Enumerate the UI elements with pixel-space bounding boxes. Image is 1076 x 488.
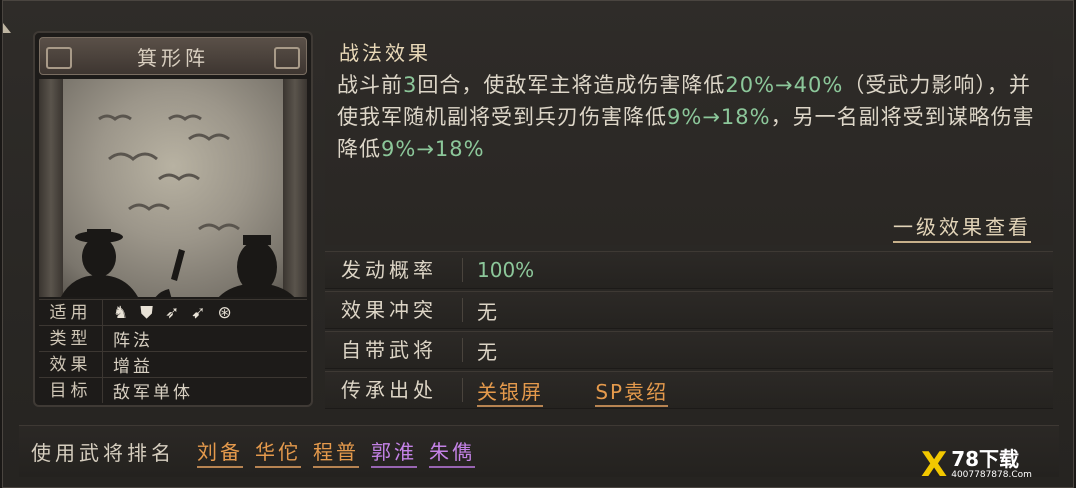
ranked-general-link[interactable]: 刘备: [197, 436, 243, 468]
watermark-text: 78下载 4007787878.Com: [951, 449, 1032, 481]
tactic-artwork: [39, 79, 307, 297]
level-one-effect-link[interactable]: 一级效果查看: [893, 211, 1031, 243]
panel-corner-ornament: [3, 23, 13, 33]
info-label-applicable: 适用: [39, 300, 103, 325]
inherit-label: 传承出处: [325, 378, 463, 402]
tactic-name: 箕形阵: [137, 45, 209, 70]
ranked-general-link[interactable]: 华佗: [255, 436, 301, 468]
effect-value-highlight: 20%→40%: [725, 73, 844, 97]
info-value-type: 阵法: [113, 331, 153, 351]
info-label-effect: 效果: [39, 352, 103, 377]
effect-value-highlight: 9%→18%: [667, 105, 771, 129]
card-title-bar: 箕形阵: [39, 37, 307, 75]
ranked-general-link[interactable]: 朱儁: [429, 436, 475, 468]
info-label-type: 类型: [39, 326, 103, 351]
prop-row-inherit: 传承出处 关银屏 SP袁绍: [325, 371, 1053, 409]
info-value-target: 敌军单体: [113, 383, 193, 403]
watermark-logo-icon: X: [921, 445, 948, 485]
ranked-general-link[interactable]: 郭淮: [371, 436, 417, 468]
trigger-rate-label: 发动概率: [325, 258, 463, 282]
inherit-source-link[interactable]: SP袁绍: [595, 379, 669, 407]
effect-text: 战斗前3回合，使敌军主将造成伤害降低20%→40%（受武力影响），并使我军随机副…: [337, 69, 1037, 165]
tactic-card: 箕形阵 适用 ♞ ⛊ ➶ ➹ ⊛ 类型 阵法 效果 增益 目标 敌军单体: [33, 31, 313, 407]
own-general-label: 自带武将: [325, 338, 463, 362]
site-watermark: X 78下载 4007787878.Com: [921, 445, 1071, 485]
conflict-label: 效果冲突: [325, 298, 463, 322]
prop-row-trigger-rate: 发动概率 100%: [325, 251, 1053, 289]
inherit-source-link[interactable]: 关银屏: [477, 379, 543, 407]
prop-row-own-general: 自带武将 无: [325, 331, 1053, 369]
effect-value-highlight: 9%→18%: [381, 137, 485, 161]
info-row-effect: 效果 增益: [39, 351, 307, 377]
effect-value-highlight: 3: [403, 73, 418, 97]
info-row-applicable: 适用 ♞ ⛊ ➶ ➹ ⊛: [39, 299, 307, 325]
art-silhouettes: [61, 114, 295, 297]
prop-row-conflict: 效果冲突 无: [325, 291, 1053, 329]
info-row-target: 目标 敌军单体: [39, 377, 307, 403]
wheel-icon: ⊛: [217, 302, 232, 323]
info-value-effect: 增益: [113, 357, 153, 377]
spear-icon: ➹: [191, 302, 206, 323]
horse-icon: ♞: [113, 302, 129, 323]
inherit-sources: 关银屏 SP袁绍: [463, 376, 714, 407]
effect-title: 战法效果: [339, 41, 431, 65]
watermark-url: 4007787878.Com: [951, 470, 1032, 480]
info-label-target: 目标: [39, 378, 103, 403]
troop-type-icons: ♞ ⛊ ➶ ➹ ⊛: [103, 303, 232, 323]
effect-description-box: 战法效果 战斗前3回合，使敌军主将造成伤害降低20%→40%（受武力影响），并使…: [325, 31, 1053, 245]
tactic-detail-panel: 箕形阵 适用 ♞ ⛊ ➶ ➹ ⊛ 类型 阵法 效果 增益 目标 敌军单体 战法效…: [2, 0, 1074, 488]
ranking-label: 使用武将排名: [31, 441, 175, 465]
general-ranking-bar: 使用武将排名 刘备 华佗 程普 郭淮 朱儁: [19, 425, 1059, 477]
trigger-rate-value: 100%: [477, 258, 535, 282]
info-row-type: 类型 阵法: [39, 325, 307, 351]
watermark-brand: 78下载: [951, 447, 1020, 471]
effect-text-segment: 战斗前: [337, 73, 403, 97]
own-general-value: 无: [477, 339, 497, 364]
ranked-general-link[interactable]: 程普: [313, 436, 359, 468]
conflict-value: 无: [477, 299, 497, 324]
effect-text-segment: 回合，使敌军主将造成伤害降低: [417, 73, 726, 97]
shield-icon: ⛊: [140, 302, 153, 323]
bow-icon: ➶: [165, 302, 180, 323]
